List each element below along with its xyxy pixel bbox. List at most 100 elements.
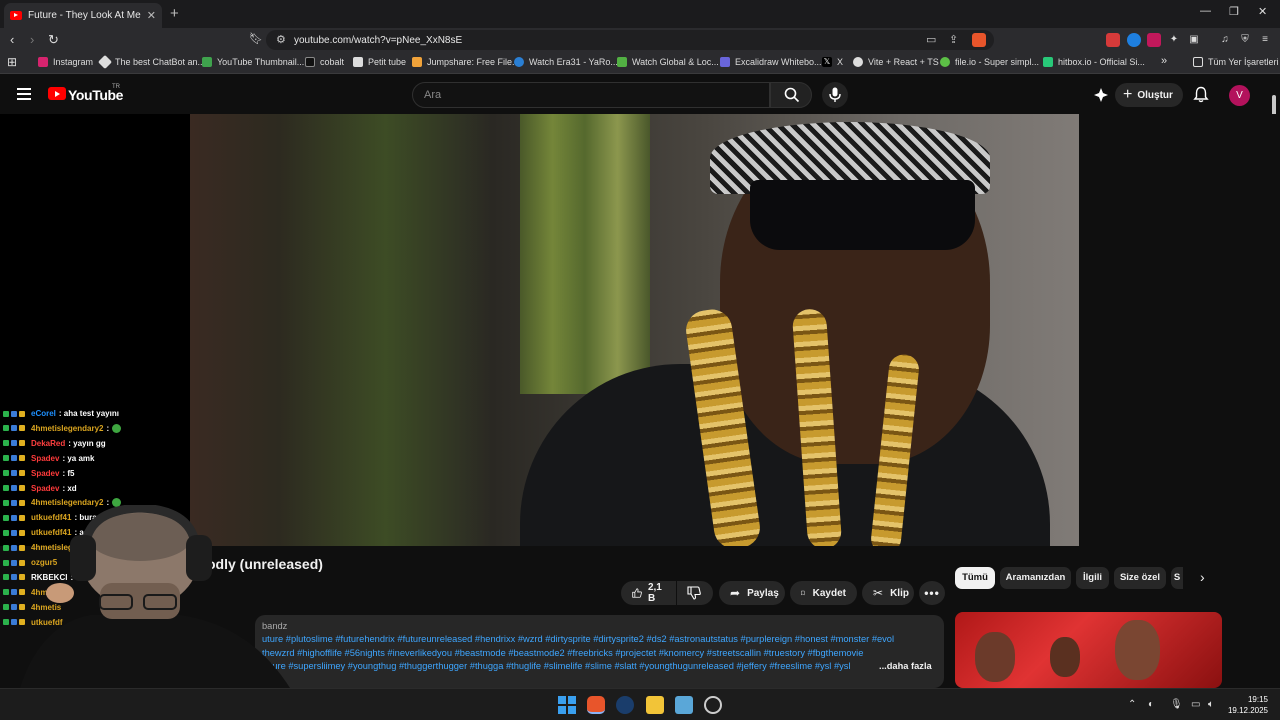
brave-shields-icon[interactable] <box>972 33 986 47</box>
extensions-puzzle-icon[interactable]: ✦ <box>1167 33 1181 47</box>
back-icon[interactable]: ‹ <box>10 32 14 47</box>
share-arrow-icon: ➦ <box>730 586 741 600</box>
create-button[interactable]: + Oluştur <box>1115 83 1183 107</box>
account-avatar[interactable]: V <box>1229 85 1250 106</box>
more-dots-icon: ••• <box>924 586 940 600</box>
system-clock[interactable]: 19:15 19.12.2025 <box>1228 694 1268 716</box>
chip-partial[interactable]: S <box>1171 567 1183 589</box>
file-explorer-icon[interactable] <box>646 696 664 714</box>
forward-icon[interactable]: › <box>30 32 34 47</box>
chat-badges <box>3 470 27 477</box>
search-button[interactable] <box>770 82 812 108</box>
share-icon[interactable]: ⇪ <box>949 33 958 46</box>
show-more-link[interactable]: ...daha fazla <box>879 660 932 673</box>
chat-badge-icon <box>19 455 25 462</box>
microphone-tray-icon[interactable]: 🎙︎ <box>1170 699 1183 710</box>
extension-shield-icon[interactable] <box>1147 33 1161 47</box>
bookmark-fileio[interactable]: file.io - Super simpl... <box>940 57 1039 67</box>
address-bar[interactable]: ⚙︎ youtube.com/watch?v=pNee_XxN8sE ▭ ⇪ <box>266 30 994 50</box>
new-tab-icon[interactable]: + <box>170 5 179 22</box>
guide-menu-icon[interactable] <box>17 88 31 100</box>
related-video-thumbnail[interactable] <box>955 612 1222 688</box>
bookmark-page-icon[interactable]: 🔖︎ <box>249 32 263 45</box>
share-button[interactable]: ➦ Paylaş <box>719 581 785 605</box>
notifications-bell-icon[interactable] <box>1193 86 1209 103</box>
search-input[interactable]: Ara <box>412 82 770 108</box>
sidebar-icon[interactable]: ▣ <box>1187 33 1201 47</box>
apps-grid-icon[interactable]: ⊞ <box>7 55 17 69</box>
bookmark-instagram[interactable]: Instagram <box>38 57 93 67</box>
share-label: Paylaş <box>747 587 779 599</box>
obs-icon[interactable] <box>704 696 722 714</box>
era31-icon <box>514 57 524 67</box>
bookmark-era31[interactable]: Watch Era31 - YaRo... <box>514 57 618 67</box>
chip-from-search[interactable]: Aramanızdan <box>1000 567 1071 589</box>
brave-browser-icon[interactable] <box>587 696 605 714</box>
chatbot-icon <box>97 54 113 70</box>
vpn-shield-icon[interactable]: ⛨ <box>1238 33 1252 47</box>
scissors-icon: ✂ <box>873 586 884 600</box>
chip-for-you[interactable]: Size özel <box>1114 567 1166 589</box>
chat-username: 4hmetislegendary2 <box>31 423 104 433</box>
menu-icon[interactable]: ≡ <box>1258 33 1272 47</box>
globe-icon <box>853 57 863 67</box>
microphone-icon <box>829 87 841 102</box>
bookmark-chatbot[interactable]: The best ChatBot an... <box>97 54 205 70</box>
description-line-2: thewzrd #highofflife #56nights #ineverli… <box>262 647 864 658</box>
chat-badges <box>3 425 27 432</box>
browser-toolbar: ‹ › ↻ 🔖︎ ⚙︎ youtube.com/watch?v=pNee_XxN… <box>0 28 1280 52</box>
reload-icon[interactable]: ↻ <box>48 32 59 48</box>
video-description[interactable]: bandz uture #plutoslime #futurehendrix #… <box>255 615 944 688</box>
chat-text: : aha test yayını <box>58 409 119 418</box>
minimize-icon[interactable]: — <box>1200 5 1211 17</box>
app-icon[interactable] <box>675 696 693 714</box>
chat-emote-icon <box>112 423 122 433</box>
bookmark-petit-tube[interactable]: Petit tube <box>353 57 406 67</box>
cast-icon[interactable]: ▭ <box>926 33 936 46</box>
clip-button[interactable]: ✂ Klip <box>862 581 914 605</box>
bookmark-excalidraw[interactable]: Excalidraw Whitebo... <box>720 57 822 67</box>
chip-all[interactable]: Tümü <box>955 567 995 589</box>
extension-blue-icon[interactable] <box>1127 33 1141 47</box>
bookmark-watch-global[interactable]: Watch Global & Loc... <box>617 57 719 67</box>
more-actions-button[interactable]: ••• <box>919 581 945 605</box>
thumbs-down-icon <box>687 586 701 600</box>
browser-tab-active[interactable]: Future - They Look At Me Go ✕ <box>4 3 162 28</box>
chip-related[interactable]: İlgili <box>1076 567 1109 589</box>
bookmark-youtube-thumbnail[interactable]: YouTube Thumbnail... <box>202 57 304 67</box>
voice-search-button[interactable] <box>822 82 848 108</box>
bookmark-jumpshare[interactable]: Jumpshare: Free File... <box>412 57 520 67</box>
youtube-header: YouTube TR Ara + Oluştur V <box>0 74 1280 114</box>
like-button[interactable]: 2,1 B <box>621 581 676 605</box>
dislike-button[interactable] <box>677 581 713 605</box>
site-info-icon[interactable]: ⚙︎ <box>276 33 286 46</box>
start-windows-icon[interactable] <box>558 696 576 714</box>
tray-app-icon[interactable]: ◐ <box>1148 699 1154 710</box>
premium-sparkle-icon[interactable] <box>1093 87 1109 103</box>
chat-message: DekaRed: yayın gg <box>3 439 106 448</box>
bookmark-x[interactable]: 𝕏X <box>822 57 843 67</box>
bookmarks-overflow-icon[interactable]: » <box>1161 55 1167 67</box>
chevron-right-icon[interactable]: › <box>1200 569 1205 585</box>
tab-close-icon[interactable]: ✕ <box>147 9 156 22</box>
extension-youtube-icon[interactable] <box>1106 33 1120 47</box>
window-close-icon[interactable]: ✕ <box>1258 5 1267 18</box>
steam-icon[interactable] <box>616 696 634 714</box>
all-bookmarks-folder[interactable]: Tüm Yer İşaretleri <box>1193 57 1279 67</box>
bookmark-hitbox[interactable]: hitbox.io - Official Si... <box>1043 57 1145 67</box>
chat-message: eCorel: aha test yayını <box>3 409 119 418</box>
youtube-logo-icon[interactable] <box>48 87 66 100</box>
network-icon[interactable]: ▭ <box>1191 699 1200 710</box>
bookmark-cobalt[interactable]: cobalt <box>305 57 344 67</box>
chat-username: eCorel <box>31 409 56 418</box>
volume-icon[interactable]: 🔈︎ <box>1208 699 1214 710</box>
media-icon[interactable]: ♫ <box>1218 33 1232 47</box>
thumb-person-2 <box>1050 637 1080 677</box>
tray-chevron-icon[interactable]: ⌃ <box>1128 699 1136 710</box>
restore-icon[interactable]: ❐ <box>1229 5 1239 18</box>
save-button[interactable]: Kaydet <box>790 581 857 605</box>
bookmark-vite[interactable]: Vite + React + TS <box>853 57 939 67</box>
save-bookmark-icon <box>801 590 805 596</box>
chat-badge-icon <box>3 410 9 417</box>
petit-tube-icon <box>353 57 363 67</box>
